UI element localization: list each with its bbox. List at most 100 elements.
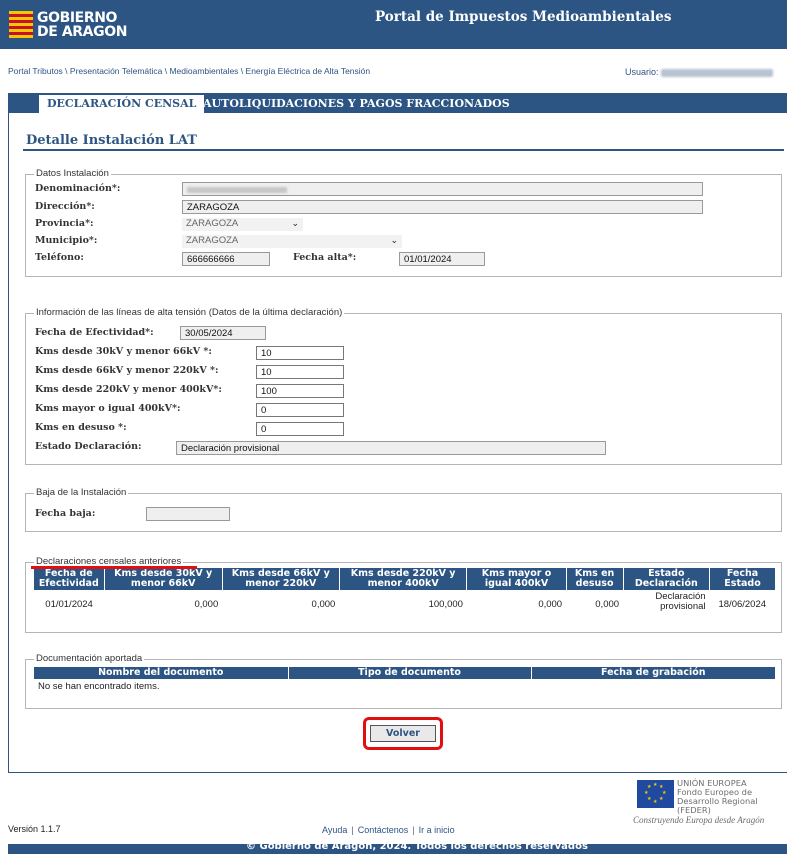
footer-links: Ayuda | Contáctenos | Ir a inicio bbox=[322, 825, 455, 835]
denominacion-redacted bbox=[187, 187, 287, 193]
fecha-baja-field[interactable] bbox=[146, 507, 230, 521]
lineas-section: Información de las líneas de alta tensió… bbox=[25, 307, 782, 465]
footer-separator: | bbox=[412, 825, 415, 835]
direccion-label: Dirección*: bbox=[35, 201, 95, 212]
column-header-estado-declaracion[interactable]: Estado Declaración bbox=[622, 568, 710, 590]
column-header-nombre-documento[interactable]: Nombre del documento bbox=[34, 667, 288, 679]
header-line: Estado bbox=[724, 578, 761, 589]
column-header-tipo-documento[interactable]: Tipo de documento bbox=[287, 667, 531, 679]
page-title: Detalle Instalación LAT bbox=[26, 133, 197, 148]
portal-title: Portal de Impuestos Medioambientales bbox=[375, 9, 672, 25]
municipio-value: ZARAGOZA bbox=[186, 235, 239, 246]
gobierno-aragon-logo[interactable]: GOBIERNO DE ARAGON bbox=[9, 8, 161, 42]
direccion-field[interactable]: ZARAGOZA bbox=[182, 200, 703, 214]
column-header-kms-30-66[interactable]: Kms desde 30kV y menor 66kV bbox=[103, 568, 223, 590]
empty-message: No se han encontrado items. bbox=[38, 681, 160, 692]
column-header-kms-220-400[interactable]: Kms desde 220kV y menor 400kV bbox=[338, 568, 467, 590]
eu-line: (FEDER) bbox=[677, 805, 711, 815]
cell-kms-30-66: 0,000 bbox=[194, 599, 219, 610]
header-line: igual 400kV bbox=[484, 578, 549, 589]
user-label: Usuario: bbox=[625, 67, 659, 77]
fecha-efectividad-field[interactable]: 30/05/2024 bbox=[180, 326, 266, 340]
column-header-kms-desuso[interactable]: Kms en desuso bbox=[565, 568, 624, 590]
estado-declaracion-field[interactable]: Declaración provisional bbox=[176, 441, 606, 455]
table-row[interactable]: 01/01/2024 0,000 0,000 100,000 0,000 0,0… bbox=[34, 590, 775, 614]
highlight-underline bbox=[31, 566, 197, 569]
header-line: menor 400kV bbox=[367, 578, 439, 589]
cell-kms-desuso: 0,000 bbox=[595, 599, 620, 610]
breadcrumb: Portal Tributos \ Presentación Telemátic… bbox=[8, 66, 370, 76]
telefono-field[interactable]: 666666666 bbox=[182, 252, 270, 266]
kms-66-220-label: Kms desde 66kV y menor 220kV *: bbox=[35, 365, 219, 376]
documentacion-table: Nombre del documento Tipo de documento F… bbox=[34, 667, 775, 694]
tab-bar: DECLARACIÓN CENSAL AUTOLIQUIDACIONES Y P… bbox=[9, 93, 787, 113]
declaraciones-section: Declaraciones censales anteriores Fecha … bbox=[25, 556, 782, 633]
denominacion-field[interactable] bbox=[182, 182, 703, 196]
declaraciones-header-row: Fecha de Efectividad Kms desde 30kV y meno… bbox=[34, 568, 775, 590]
chevron-down-icon: ⌄ bbox=[291, 218, 299, 228]
estado-line: provisional bbox=[660, 601, 706, 612]
baja-legend: Baja de la Instalación bbox=[34, 487, 129, 498]
aragon-flag-icon bbox=[9, 11, 33, 38]
footer-link-contactenos[interactable]: Contáctenos bbox=[358, 825, 409, 835]
datos-instalacion-legend: Datos Instalación bbox=[34, 168, 111, 179]
cell-estado-declaracion: Declaración provisional bbox=[623, 590, 709, 614]
lineas-legend: Información de las líneas de alta tensió… bbox=[34, 307, 345, 318]
copyright-text: © Gobierno de Aragón, 2024. Todos los de… bbox=[246, 844, 588, 852]
municipio-label: Municipio*: bbox=[35, 235, 98, 246]
kms-30-66-label: Kms desde 30kV y menor 66kV *: bbox=[35, 346, 212, 357]
header-line: menor 220kV bbox=[245, 578, 317, 589]
header-line: Declaración bbox=[634, 578, 698, 589]
municipio-select[interactable]: ZARAGOZA ⌄ bbox=[182, 235, 402, 248]
kms-400-label: Kms mayor o igual 400kV*: bbox=[35, 403, 181, 414]
tab-declaracion-censal[interactable]: DECLARACIÓN CENSAL bbox=[39, 95, 205, 113]
kms-220-400-field[interactable]: 100 bbox=[256, 384, 344, 398]
logo-line-1: GOBIERNO bbox=[37, 10, 118, 26]
kms-30-66-field[interactable]: 10 bbox=[256, 346, 344, 360]
column-header-kms-66-220[interactable]: Kms desde 66kV y menor 220kV bbox=[221, 568, 340, 590]
breadcrumb-current: Energía Eléctrica de Alta Tensión bbox=[245, 66, 371, 76]
fecha-alta-field[interactable]: 01/01/2024 bbox=[399, 252, 485, 266]
main-content: DECLARACIÓN CENSAL AUTOLIQUIDACIONES Y P… bbox=[8, 93, 787, 773]
breadcrumb-presentacion-telematica[interactable]: Presentación Telemática bbox=[70, 66, 162, 76]
column-header-fecha-grabacion[interactable]: Fecha de grabación bbox=[530, 667, 775, 679]
denominacion-label: Denominación*: bbox=[35, 183, 121, 194]
documentacion-header-row: Nombre del documento Tipo de documento F… bbox=[34, 667, 775, 679]
provincia-value: ZARAGOZA bbox=[186, 218, 239, 229]
estado-declaracion-label: Estado Declaración: bbox=[35, 441, 142, 452]
header-line: menor 66kV bbox=[130, 578, 196, 589]
provincia-label: Provincia*: bbox=[35, 218, 94, 229]
kms-desuso-field[interactable]: 0 bbox=[256, 422, 344, 436]
version-text: Versión 1.1.7 bbox=[8, 824, 61, 834]
user-name-redacted bbox=[661, 68, 774, 77]
breadcrumb-medioambientales[interactable]: Medioambientales bbox=[169, 66, 238, 76]
logo-line-2: DE ARAGON bbox=[37, 24, 128, 40]
column-header-fecha-efectividad[interactable]: Fecha de Efectividad bbox=[34, 568, 105, 590]
chevron-down-icon: ⌄ bbox=[390, 235, 398, 245]
cell-kms-66-220: 0,000 bbox=[311, 599, 336, 610]
volver-button[interactable]: Volver bbox=[370, 725, 436, 742]
tab-autoliquidaciones[interactable]: AUTOLIQUIDACIONES Y PAGOS FRACCIONADOS bbox=[195, 95, 518, 113]
fecha-baja-label: Fecha baja: bbox=[35, 508, 96, 519]
footer-link-ayuda[interactable]: Ayuda bbox=[322, 825, 347, 835]
breadcrumb-portal-tributos[interactable]: Portal Tributos bbox=[8, 66, 63, 76]
documentacion-legend: Documentación aportada bbox=[34, 653, 145, 664]
column-header-fecha-estado[interactable]: Fecha Estado bbox=[709, 568, 775, 590]
footer-link-inicio[interactable]: Ir a inicio bbox=[419, 825, 455, 835]
header-bar: GOBIERNO DE ARAGON Portal de Impuestos M… bbox=[0, 0, 787, 49]
documentacion-section: Documentación aportada Nombre del docume… bbox=[25, 653, 782, 709]
footer-bar: © Gobierno de Aragón, 2024. Todos los de… bbox=[8, 844, 787, 854]
declaraciones-table: Fecha de Efectividad Kms desde 30kV y meno… bbox=[34, 568, 775, 614]
breadcrumb-separator: \ bbox=[238, 66, 246, 76]
fecha-alta-label: Fecha alta*: bbox=[293, 252, 357, 263]
breadcrumb-separator: \ bbox=[62, 66, 70, 76]
column-header-kms-400[interactable]: Kms mayor o igual 400kV bbox=[466, 568, 567, 590]
cell-fecha-estado: 18/06/2024 bbox=[718, 599, 767, 610]
provincia-select[interactable]: ZARAGOZA ⌄ bbox=[182, 218, 303, 231]
footer-separator: | bbox=[351, 825, 354, 835]
kms-400-field[interactable]: 0 bbox=[256, 403, 344, 417]
eu-text: UNIÓN EUROPEA Fondo Europeo de Desarroll… bbox=[677, 779, 758, 815]
fecha-efectividad-label: Fecha de Efectividad*: bbox=[35, 327, 154, 338]
cell-fecha-efectividad: 01/01/2024 bbox=[45, 599, 93, 610]
kms-66-220-field[interactable]: 10 bbox=[256, 365, 344, 379]
